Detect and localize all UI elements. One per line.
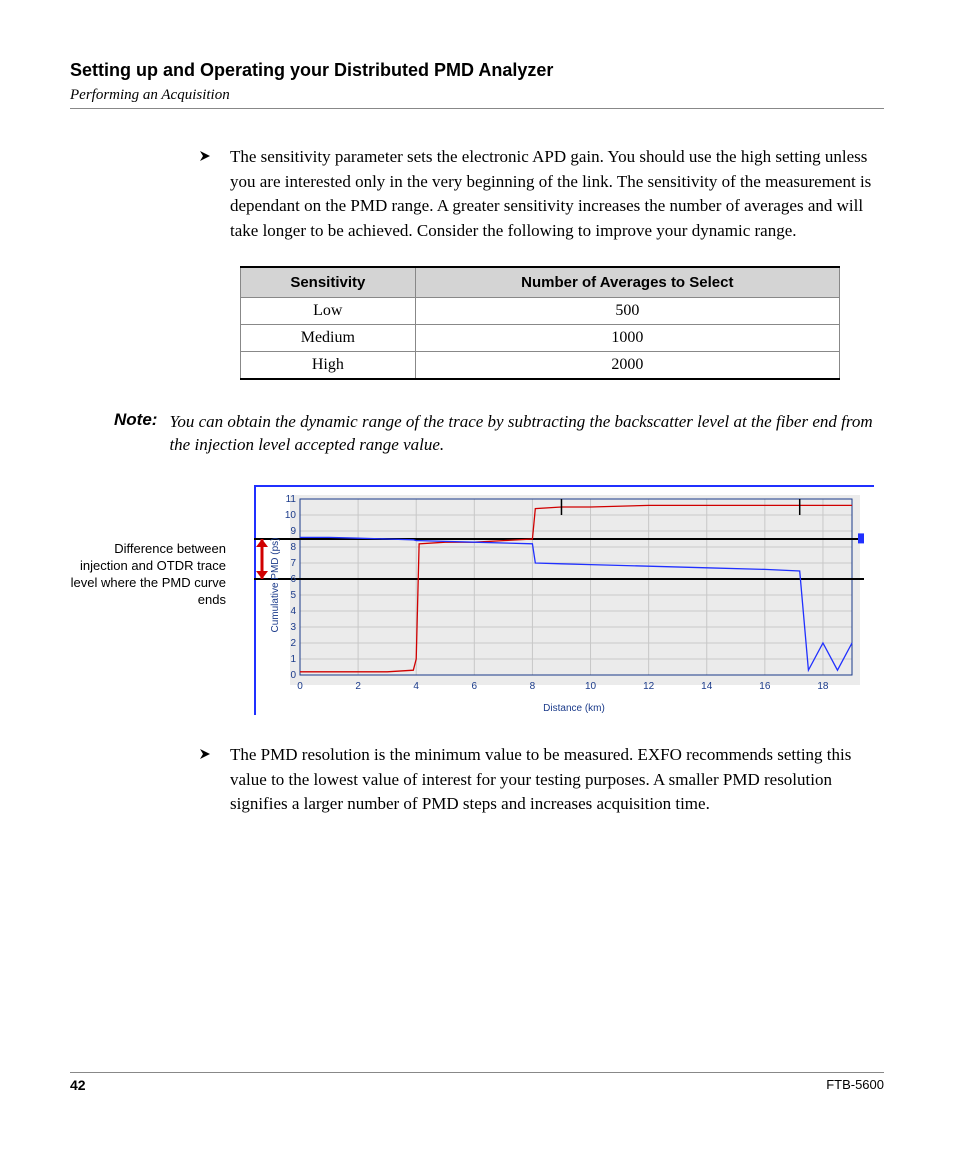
svg-text:3: 3 bbox=[290, 622, 296, 633]
page: Setting up and Operating your Distribute… bbox=[0, 0, 954, 1159]
table-cell: 500 bbox=[415, 297, 839, 324]
table-cell: 1000 bbox=[415, 324, 839, 351]
table-row: Low 500 bbox=[241, 297, 840, 324]
svg-text:6: 6 bbox=[290, 574, 296, 585]
svg-text:7: 7 bbox=[290, 558, 296, 569]
table-cell: 2000 bbox=[415, 351, 839, 379]
note-block: Note: You can obtain the dynamic range o… bbox=[114, 410, 884, 458]
table-row: High 2000 bbox=[241, 351, 840, 379]
svg-text:11: 11 bbox=[286, 494, 297, 505]
figure-block: Difference between injection and OTDR tr… bbox=[70, 485, 884, 715]
svg-text:1: 1 bbox=[290, 654, 296, 665]
svg-text:2: 2 bbox=[290, 638, 296, 649]
svg-text:2: 2 bbox=[355, 681, 361, 692]
svg-text:9: 9 bbox=[290, 526, 296, 537]
svg-text:4: 4 bbox=[413, 681, 419, 692]
sensitivity-table: Sensitivity Number of Averages to Select… bbox=[240, 266, 840, 380]
svg-text:16: 16 bbox=[759, 681, 771, 692]
bullet-text: The PMD resolution is the minimum value … bbox=[230, 743, 884, 817]
svg-text:18: 18 bbox=[817, 681, 829, 692]
svg-text:10: 10 bbox=[285, 510, 297, 521]
chart-xlabel: Distance (km) bbox=[543, 703, 605, 714]
page-footer: 42 FTB-5600 bbox=[70, 1072, 884, 1093]
double-arrow-icon bbox=[256, 539, 268, 579]
svg-text:14: 14 bbox=[701, 681, 713, 692]
table-header: Sensitivity bbox=[241, 267, 416, 298]
svg-text:12: 12 bbox=[643, 681, 655, 692]
svg-text:5: 5 bbox=[290, 590, 296, 601]
bullet-item: The PMD resolution is the minimum value … bbox=[200, 743, 884, 817]
figure-side-caption: Difference between injection and OTDR tr… bbox=[70, 485, 226, 609]
section-subtitle: Performing an Acquisition bbox=[70, 87, 884, 104]
header-rule bbox=[70, 108, 884, 109]
table-row: Medium 1000 bbox=[241, 324, 840, 351]
table-cell: Medium bbox=[241, 324, 416, 351]
svg-text:0: 0 bbox=[290, 670, 296, 681]
svg-text:8: 8 bbox=[290, 542, 296, 553]
svg-text:6: 6 bbox=[472, 681, 478, 692]
model-code: FTB-5600 bbox=[826, 1077, 884, 1093]
bullet-text: The sensitivity parameter sets the elect… bbox=[230, 145, 884, 244]
content-block: The PMD resolution is the minimum value … bbox=[200, 743, 884, 817]
table-cell: High bbox=[241, 351, 416, 379]
chart-ylabel: Cumulative PMD (ps) bbox=[270, 538, 281, 633]
arrow-icon bbox=[200, 747, 216, 761]
bullet-item: The sensitivity parameter sets the elect… bbox=[200, 145, 884, 244]
table-cell: Low bbox=[241, 297, 416, 324]
svg-text:8: 8 bbox=[530, 681, 536, 692]
section-title: Setting up and Operating your Distribute… bbox=[70, 60, 884, 81]
note-text: You can obtain the dynamic range of the … bbox=[169, 410, 884, 458]
table-header: Number of Averages to Select bbox=[415, 267, 839, 298]
pmd-chart: 01234567891011 024681012141618 Cumulativ… bbox=[234, 485, 874, 715]
svg-text:10: 10 bbox=[585, 681, 597, 692]
svg-text:4: 4 bbox=[290, 606, 296, 617]
svg-text:0: 0 bbox=[297, 681, 303, 692]
note-label: Note: bbox=[114, 410, 157, 430]
arrow-icon bbox=[200, 149, 216, 163]
content-block: The sensitivity parameter sets the elect… bbox=[200, 145, 884, 380]
page-number: 42 bbox=[70, 1077, 86, 1093]
